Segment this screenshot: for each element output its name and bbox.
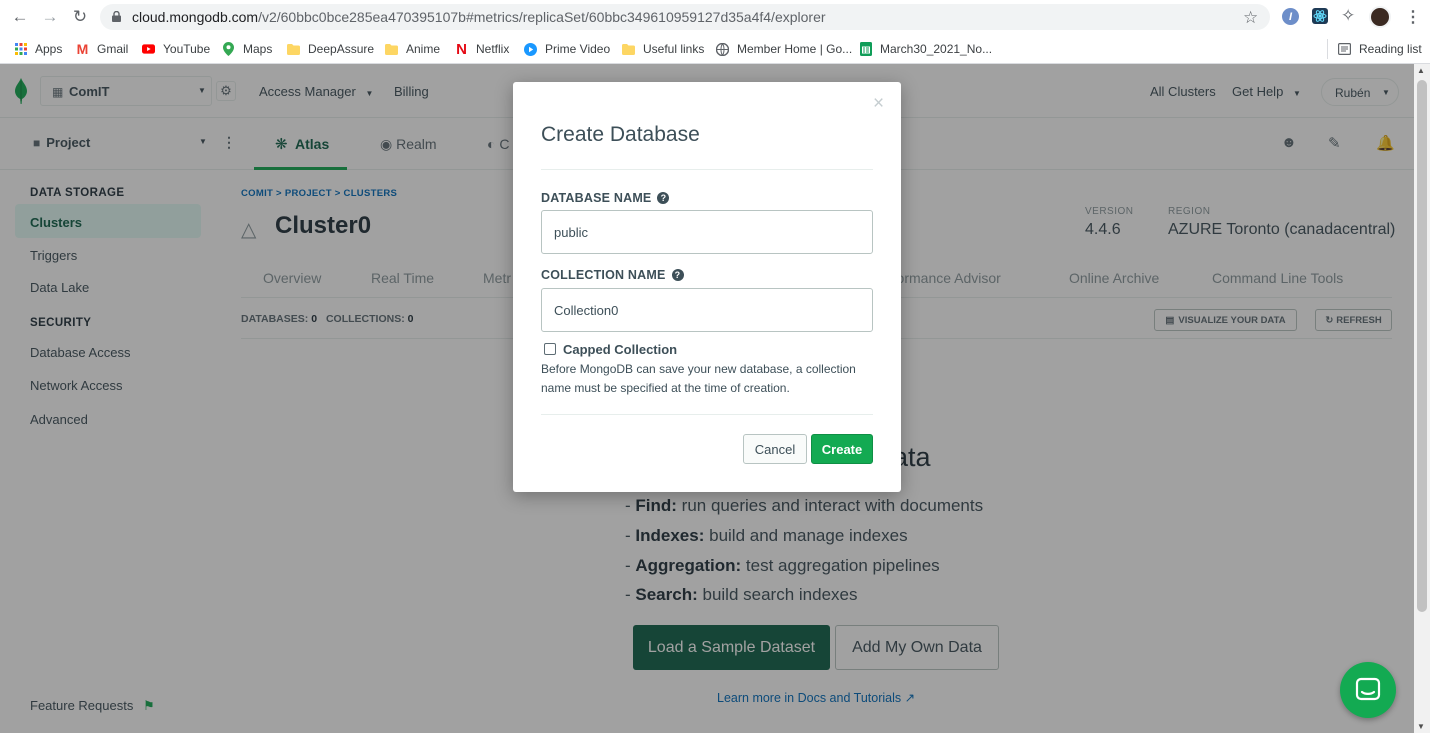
bookmark-label: Anime — [406, 42, 441, 56]
bookmark-prime-video[interactable]: Prime Video — [524, 39, 610, 59]
reading-list-label: Reading list — [1359, 42, 1422, 56]
bookmark-label: Maps — [243, 42, 273, 56]
database-name-label-text: DATABASE NAME — [541, 191, 652, 205]
extensions-puzzle-icon[interactable]: ✧ — [1341, 6, 1355, 26]
bookmark-march30[interactable]: March30_2021_No... — [859, 39, 992, 59]
bookmark-netflix[interactable]: N Netflix — [455, 39, 509, 59]
database-name-label: DATABASE NAME? — [541, 191, 670, 205]
bookmark-deepassure[interactable]: DeepAssure — [287, 39, 374, 59]
bookmark-label: Useful links — [643, 42, 705, 56]
page-scrollbar-thumb[interactable] — [1417, 80, 1427, 612]
cancel-button[interactable]: Cancel — [743, 434, 807, 464]
collection-name-label: COLLECTION NAME? — [541, 268, 684, 282]
bookmark-youtube[interactable]: YouTube — [142, 39, 210, 59]
bookmark-label: YouTube — [163, 42, 211, 56]
profile-avatar[interactable] — [1369, 6, 1391, 28]
bookmark-label: DeepAssure — [308, 42, 375, 56]
reading-list-button[interactable]: Reading list — [1338, 39, 1422, 59]
apps-grid-icon — [14, 43, 27, 56]
bookmark-label: Prime Video — [545, 42, 611, 56]
scroll-up-arrow-icon[interactable]: ▲ — [1417, 66, 1425, 75]
chat-icon — [1355, 677, 1381, 701]
back-icon[interactable]: ← — [10, 7, 30, 27]
help-icon[interactable]: ? — [657, 192, 670, 204]
bookmark-star-icon[interactable]: ☆ — [1243, 8, 1258, 28]
folder-icon — [287, 43, 300, 56]
bookmark-label: Gmail — [97, 42, 129, 56]
react-devtools-icon[interactable] — [1312, 8, 1328, 24]
capped-collection-checkbox[interactable] — [544, 343, 556, 355]
reading-list-icon — [1338, 43, 1351, 56]
prime-video-icon — [524, 42, 537, 56]
bookmark-apps[interactable]: Apps — [14, 39, 62, 59]
scroll-down-arrow-icon[interactable]: ▼ — [1417, 722, 1425, 731]
address-bar[interactable]: cloud.mongodb.com/v2/60bbc0bce285ea47039… — [100, 4, 1270, 30]
bookmark-anime[interactable]: Anime — [385, 39, 440, 59]
create-database-modal: × Create Database DATABASE NAME? COLLECT… — [513, 82, 901, 492]
bookmark-member-home[interactable]: Member Home | Go... — [716, 39, 852, 59]
youtube-icon — [142, 43, 155, 56]
folder-icon — [385, 43, 398, 56]
close-icon[interactable]: × — [873, 93, 884, 115]
create-button[interactable]: Create — [811, 434, 873, 464]
forward-icon[interactable]: → — [40, 7, 60, 27]
bookmark-label: Apps — [35, 42, 63, 56]
database-name-input[interactable] — [541, 210, 873, 254]
bookmark-useful-links[interactable]: Useful links — [622, 39, 704, 59]
modal-help-text: Before MongoDB can save your new databas… — [541, 362, 856, 395]
chat-launcher-button[interactable] — [1340, 662, 1396, 718]
modal-header-divider — [541, 169, 873, 170]
modal-title: Create Database — [541, 123, 700, 146]
chrome-menu-icon[interactable]: ⋮ — [1405, 7, 1421, 27]
bookmarks-bar: Apps M Gmail YouTube Maps DeepAssure Ani… — [0, 34, 1430, 64]
url-path: /v2/60bbc0bce285ea470395107b#metrics/rep… — [258, 9, 826, 25]
bookmark-label: March30_2021_No... — [880, 42, 993, 56]
url-text: cloud.mongodb.com/v2/60bbc0bce285ea47039… — [132, 9, 826, 25]
collection-name-input[interactable] — [541, 288, 873, 332]
bookmark-label: Member Home | Go... — [737, 42, 853, 56]
capped-collection-label[interactable]: Capped Collection — [563, 342, 677, 357]
lock-icon — [112, 11, 121, 22]
sheets-icon — [859, 42, 872, 56]
globe-icon — [716, 42, 729, 56]
browser-toolbar: ← → ↻ cloud.mongodb.com/v2/60bbc0bce285e… — [0, 0, 1430, 34]
help-icon[interactable]: ? — [671, 269, 684, 281]
url-host: cloud.mongodb.com — [132, 9, 259, 25]
folder-icon — [622, 43, 635, 56]
collection-name-label-text: COLLECTION NAME — [541, 268, 666, 282]
bookmarks-divider — [1327, 39, 1328, 59]
bookmark-label: Netflix — [476, 42, 510, 56]
reload-icon[interactable]: ↻ — [70, 7, 90, 27]
modal-footer-divider — [541, 414, 873, 415]
bookmark-gmail[interactable]: M Gmail — [76, 39, 129, 59]
gmail-icon: M — [76, 41, 89, 57]
maps-pin-icon — [222, 42, 235, 56]
extension-icon[interactable]: I — [1282, 8, 1299, 25]
bookmark-maps[interactable]: Maps — [222, 39, 272, 59]
netflix-icon: N — [456, 40, 467, 58]
